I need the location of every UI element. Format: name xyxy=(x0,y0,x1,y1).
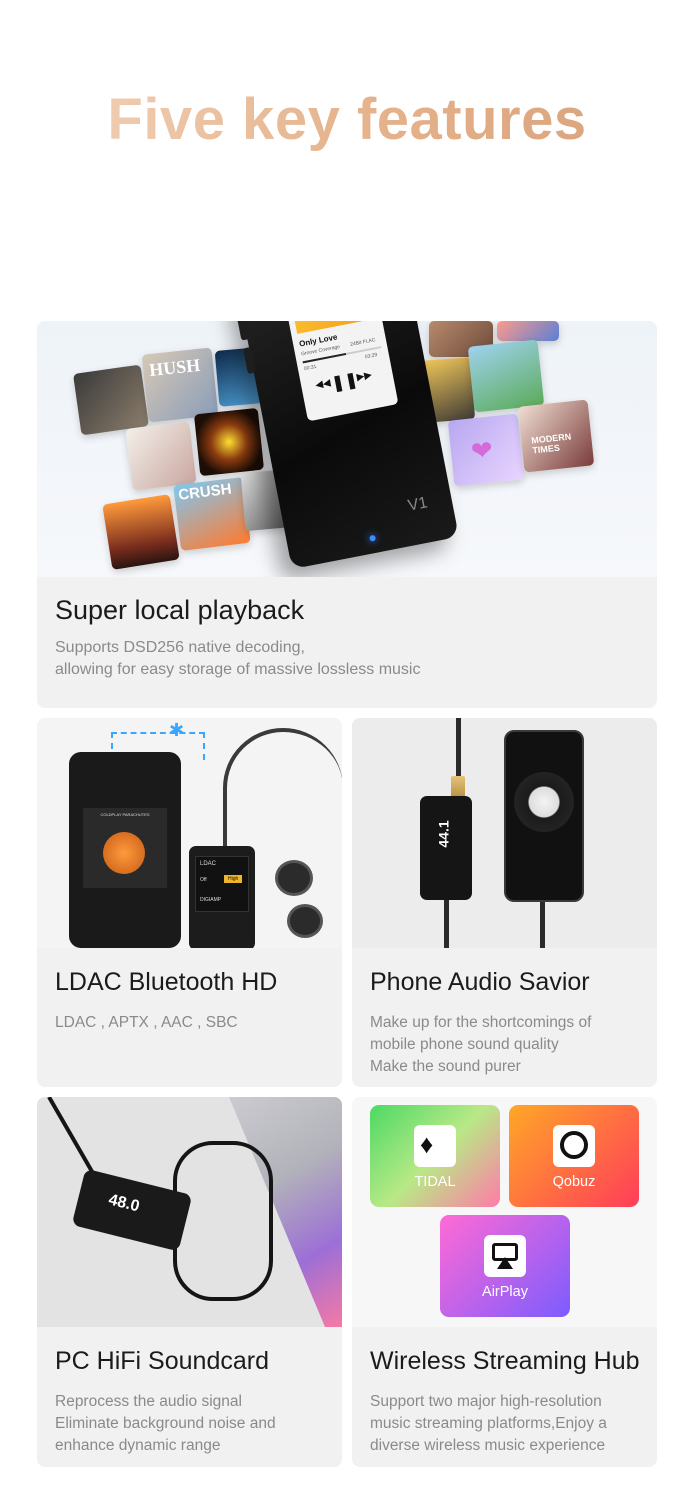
phone-album-orb xyxy=(103,832,145,874)
earphone xyxy=(275,860,313,896)
dac-screen: LDAC Off High DIGIAMP xyxy=(195,856,249,912)
earphone xyxy=(287,904,323,938)
tidal-icon: ♦ xyxy=(414,1125,456,1167)
service-label: TIDAL xyxy=(414,1174,456,1190)
dac-label: LDAC xyxy=(200,861,217,867)
dac-device: 44.1 xyxy=(420,796,472,900)
usb-cable xyxy=(444,900,449,948)
page-headline: Five key features xyxy=(0,86,694,153)
device-brand: V1 xyxy=(406,494,430,515)
service-label: AirPlay xyxy=(482,1284,528,1300)
album-cover xyxy=(497,321,559,341)
feature-title: PC HiFi Soundcard xyxy=(55,1347,269,1375)
smartphone: COLDPLAY PARACHUTES xyxy=(69,752,181,948)
pc-soundcard-image: 48.0 xyxy=(37,1097,342,1327)
now-playing-cover xyxy=(284,321,363,334)
bluetooth-icon: ✱ xyxy=(169,720,185,740)
qobuz-tile[interactable]: Qobuz xyxy=(509,1105,639,1207)
feature-card-wireless-streaming: ♦ TIDAL Qobuz AirPlay Wireless Streaming… xyxy=(352,1097,657,1467)
feature-title: LDAC Bluetooth HD xyxy=(55,968,278,996)
album-label-crush: CRUSH xyxy=(177,480,233,504)
prev-icon: ◀◀ xyxy=(314,377,332,392)
player-screen: Only Love Groove Coverage 24Bit FLAC 00:… xyxy=(277,321,399,422)
audio-quality: 24Bit FLAC xyxy=(349,337,377,348)
feature-title: Phone Audio Savior xyxy=(370,968,590,996)
tidal-tile[interactable]: ♦ TIDAL xyxy=(370,1105,500,1207)
album-cover xyxy=(467,339,545,413)
usb-cable xyxy=(540,902,545,948)
side-button xyxy=(236,321,250,341)
album-label-modern-times: MODERN TIMES xyxy=(530,431,572,456)
local-playback-image: HUSH CRUSH ❤ MODERN TIMES Only Love Groo… xyxy=(37,321,657,577)
feature-description: LDAC , APTX , AAC , SBC xyxy=(55,1014,238,1031)
qobuz-icon xyxy=(553,1125,595,1167)
sample-rate-display: 48.0 xyxy=(106,1191,142,1216)
dac-option-high: High xyxy=(224,875,243,883)
album-cover: ❤ xyxy=(447,413,525,487)
v1-player-device: Only Love Groove Coverage 24Bit FLAC 00:… xyxy=(229,321,459,570)
airplay-tile[interactable]: AirPlay xyxy=(440,1215,570,1317)
status-led xyxy=(369,534,377,542)
album-cover xyxy=(73,364,149,436)
headphone-cable xyxy=(223,728,342,848)
album-cover-modern-times: MODERN TIMES xyxy=(517,399,595,473)
dac-option-mode: DIGIAMP xyxy=(200,897,222,903)
smartphone xyxy=(504,730,584,902)
feature-description: Supports DSD256 native decoding, allowin… xyxy=(55,639,421,678)
usb-cable xyxy=(173,1141,273,1301)
dac-device: LDAC Off High DIGIAMP xyxy=(189,846,255,948)
airplay-icon xyxy=(484,1235,526,1277)
feature-title: Wireless Streaming Hub xyxy=(370,1347,640,1375)
sample-rate-display: 44.1 xyxy=(435,820,452,848)
feature-card-phone-audio: 44.1 Phone Audio Savior Make up for the … xyxy=(352,718,657,1087)
dac-option-off: Off xyxy=(200,877,207,883)
feature-card-ldac: ✱ COLDPLAY PARACHUTES LDAC Off High DIGI… xyxy=(37,718,342,1087)
phone-audio-image: 44.1 xyxy=(352,718,657,948)
ldac-bluetooth-image: ✱ COLDPLAY PARACHUTES LDAC Off High DIGI… xyxy=(37,718,342,948)
service-label: Qobuz xyxy=(552,1174,596,1190)
feature-description: Reprocess the audio signal Eliminate bac… xyxy=(55,1393,276,1454)
feature-card-local-playback: HUSH CRUSH ❤ MODERN TIMES Only Love Groo… xyxy=(37,321,657,708)
time-total: 03:29 xyxy=(364,352,378,361)
album-cover-hush: HUSH xyxy=(141,347,219,423)
feature-description: Make up for the shortcomings of mobile p… xyxy=(370,1014,592,1075)
album-cover xyxy=(125,421,197,491)
streaming-services-image: ♦ TIDAL Qobuz AirPlay xyxy=(352,1097,657,1327)
next-icon: ▶▶ xyxy=(355,369,373,384)
album-label-hush: HUSH xyxy=(148,354,202,381)
feature-title: Super local playback xyxy=(55,595,305,625)
feature-description: Support two major high-resolution music … xyxy=(370,1393,607,1454)
time-elapsed: 00:31 xyxy=(303,363,317,373)
headphone-cable xyxy=(47,1097,96,1176)
feature-card-pc-soundcard: 48.0 PC HiFi Soundcard Reprocess the aud… xyxy=(37,1097,342,1467)
album-cover xyxy=(102,494,180,570)
album-cover xyxy=(193,407,265,477)
vinyl-record xyxy=(514,772,574,832)
butterfly-icon: ❤ xyxy=(469,434,495,467)
album-cover-crush: CRUSH xyxy=(173,476,251,552)
phone-album-label: COLDPLAY PARACHUTES xyxy=(100,812,150,817)
